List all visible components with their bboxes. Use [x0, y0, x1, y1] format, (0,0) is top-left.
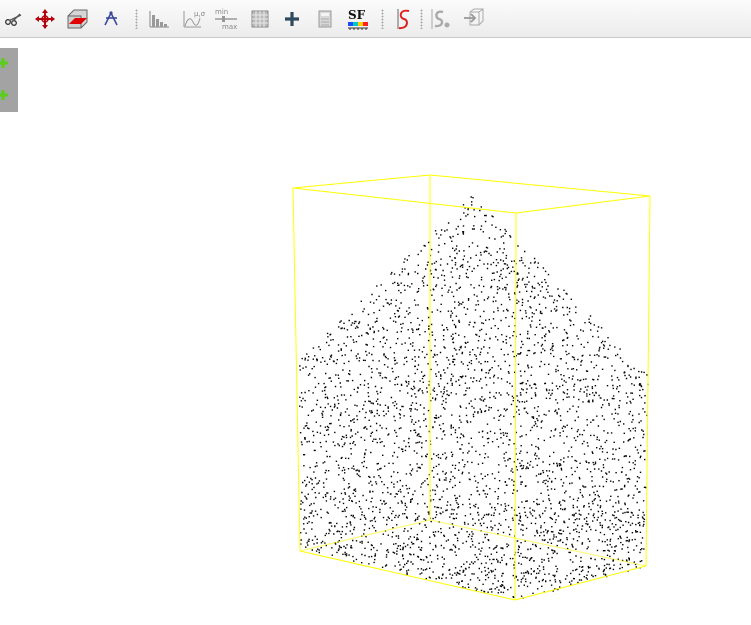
plus-icon[interactable]	[279, 5, 305, 33]
svg-text:min: min	[215, 8, 228, 16]
min-max-filter-icon[interactable]: min max	[213, 5, 239, 33]
grid-icon[interactable]	[247, 5, 273, 33]
svg-text:μ,σ: μ,σ	[194, 10, 205, 18]
export-box-icon[interactable]	[461, 5, 487, 33]
toolbar-separator	[420, 9, 423, 29]
cross-section-box-icon[interactable]	[64, 5, 90, 33]
mu-sigma-fit-icon[interactable]: μ,σ	[180, 5, 206, 33]
point-pick-icon[interactable]	[98, 5, 124, 33]
calculator-icon[interactable]	[312, 5, 338, 33]
svg-text:max: max	[222, 23, 237, 31]
3d-viewport[interactable]	[0, 40, 751, 625]
red-s-curve-icon[interactable]	[390, 5, 416, 33]
sf-label: SF	[348, 8, 366, 22]
histogram-icon[interactable]	[146, 5, 172, 33]
sf-colorscale-icon[interactable]: SF	[345, 5, 371, 33]
toolbar-separator	[381, 9, 384, 29]
move-arrows-icon[interactable]	[32, 5, 58, 33]
scissors-icon[interactable]	[1, 5, 27, 33]
gray-s-dots-icon[interactable]	[428, 5, 454, 33]
toolbar-separator	[135, 9, 138, 29]
main-toolbar: μ,σ min max SF	[0, 0, 751, 38]
